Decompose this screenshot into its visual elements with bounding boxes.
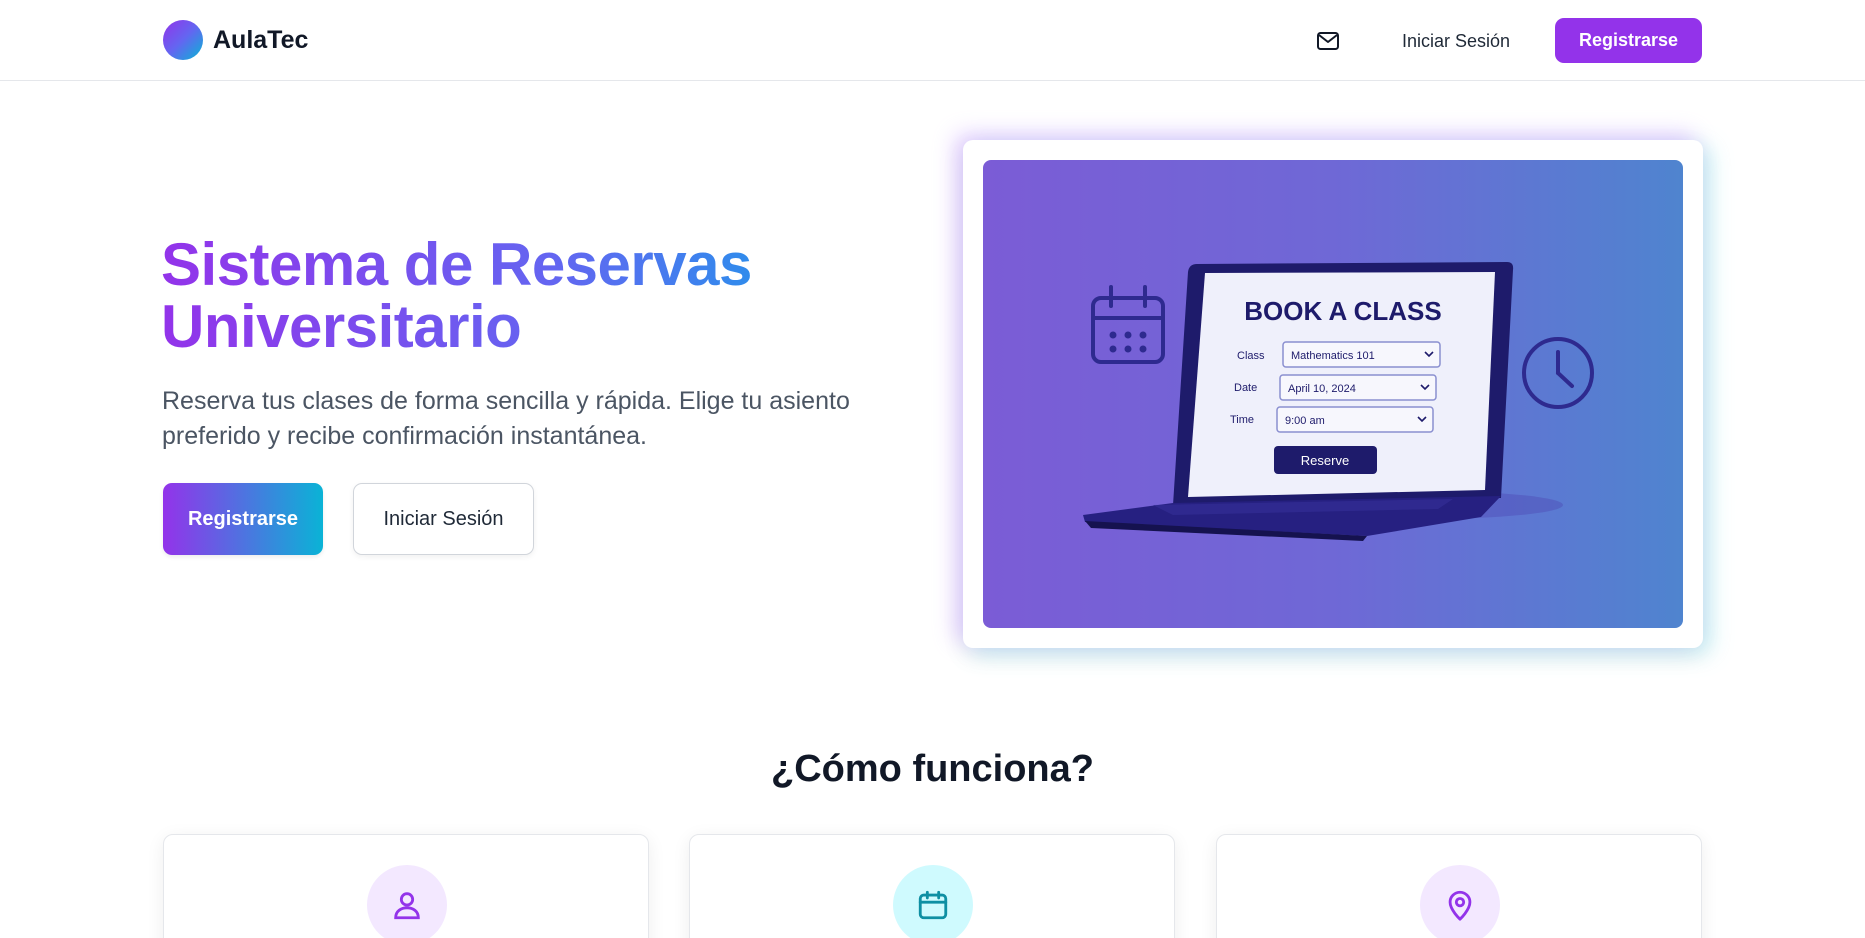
illustration-field-value: Mathematics 101 — [1291, 350, 1375, 362]
nav-register-button[interactable]: Registrarse — [1555, 18, 1702, 63]
illustration-field-value: April 10, 2024 — [1288, 383, 1356, 395]
hero-title-line1: Sistema de Reservas — [161, 231, 752, 298]
illustration-heading: BOOK A CLASS — [1244, 296, 1441, 326]
feature-icon-wrapper — [1420, 865, 1500, 938]
brand-name: AulaTec — [213, 25, 309, 54]
illustration-field-label: Class — [1237, 350, 1265, 362]
user-icon — [394, 892, 420, 920]
top-navbar: AulaTec Iniciar Sesión Registrarse — [0, 0, 1865, 81]
hero-title: Sistema de Reservas Universitario — [161, 234, 881, 358]
nav-login-link[interactable]: Iniciar Sesión — [1390, 18, 1522, 64]
hero-subtitle-line2: preferido y recibe confirmación instantá… — [162, 422, 647, 450]
feature-card-register — [163, 834, 649, 938]
mail-icon — [1317, 32, 1339, 50]
hero-title-line2: Universitario — [161, 293, 522, 360]
laptop-illustration: BOOK A CLASS Class Mathematics 101 Date … — [1083, 262, 1594, 541]
feature-card-reserve — [689, 834, 1175, 938]
brand[interactable]: AulaTec — [163, 20, 308, 60]
hero-illustration: BOOK A CLASS Class Mathematics 101 Date … — [983, 160, 1683, 628]
clock-icon — [1522, 337, 1594, 409]
map-pin-icon — [1448, 890, 1472, 921]
feature-icon-wrapper — [367, 865, 447, 938]
illustration-field-value: 9:00 am — [1285, 415, 1325, 427]
how-it-works-title: ¿Cómo funciona? — [771, 748, 1094, 790]
mail-button[interactable] — [1313, 26, 1343, 56]
hero-register-button[interactable]: Registrarse — [163, 483, 323, 555]
calendar-icon — [918, 890, 948, 920]
illustration-field-label: Time — [1230, 414, 1254, 426]
illustration-reserve-label: Reserve — [1301, 453, 1349, 468]
hero-subtitle: Reserva tus clases de forma sencilla y r… — [162, 384, 882, 454]
feature-icon-wrapper — [893, 865, 973, 938]
feature-card-seat — [1216, 834, 1702, 938]
hero-illustration-card: BOOK A CLASS Class Mathematics 101 Date … — [963, 140, 1703, 648]
hero-subtitle-line1: Reserva tus clases de forma sencilla y r… — [162, 387, 850, 415]
hero-login-button[interactable]: Iniciar Sesión — [353, 483, 534, 555]
illustration-field-label: Date — [1234, 382, 1257, 394]
calendar-dots — [1109, 331, 1147, 353]
logo-icon — [163, 20, 203, 60]
